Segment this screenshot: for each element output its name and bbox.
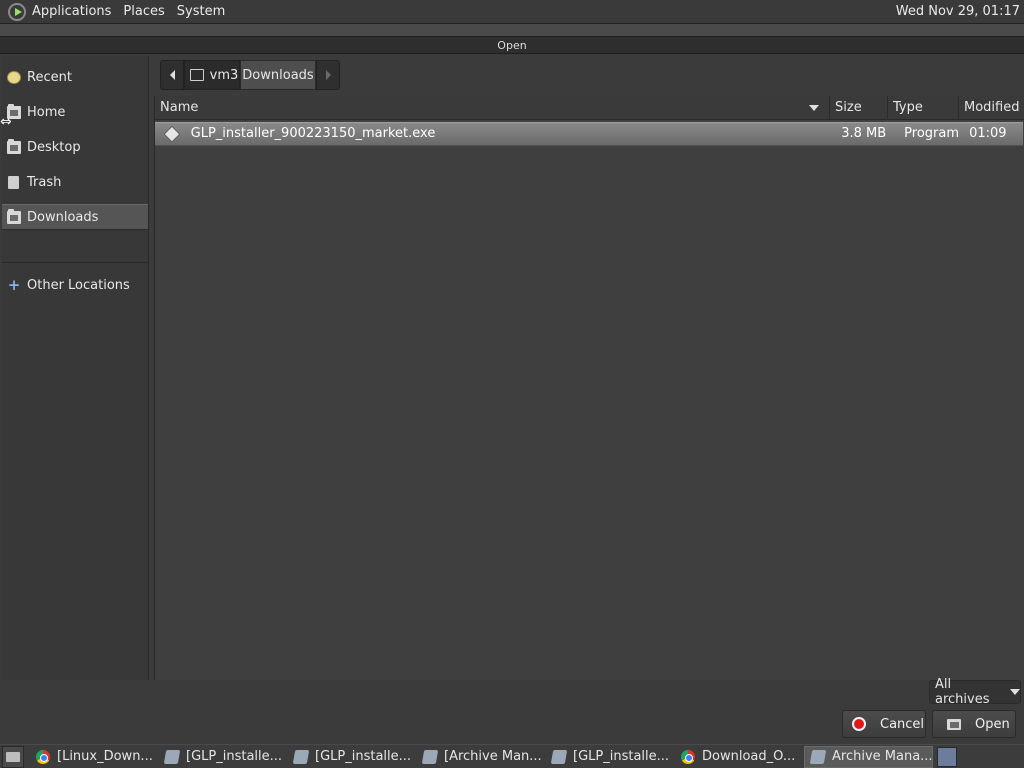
applications-menu-label: Applications	[32, 4, 112, 19]
sidebar-item-label: Home	[27, 104, 66, 120]
sidebar-item-label: Other Locations	[27, 277, 130, 293]
file-modified: 01:09	[969, 126, 1007, 141]
archive-manager-icon	[163, 749, 181, 764]
system-menu[interactable]: System	[171, 0, 231, 24]
taskbar-item-active[interactable]: Archive Mana...	[804, 745, 933, 768]
chrome-icon	[36, 749, 50, 764]
sidebar-item-label: Recent	[27, 69, 72, 85]
path-home-button[interactable]: vm3	[184, 60, 240, 90]
sort-descending-icon	[809, 105, 819, 111]
cancel-button[interactable]: Cancel	[842, 710, 926, 738]
chevron-right-icon	[325, 70, 331, 80]
trash-icon	[8, 175, 19, 189]
sidebar-item-downloads[interactable]: Downloads	[2, 204, 148, 230]
taskbar-item-label: [GLP_installe...	[573, 749, 670, 764]
column-header-type[interactable]: Type	[888, 96, 959, 120]
applications-menu[interactable]: Applications	[0, 0, 117, 24]
taskbar-item-label: Download_O...	[702, 749, 796, 764]
sidebar-item-other-locations[interactable]: + Other Locations	[2, 272, 148, 298]
desktop-folder-icon	[7, 138, 21, 154]
sidebar-item-trash[interactable]: Trash	[2, 169, 148, 195]
taskbar: [Linux_Down... [GLP_installe... [GLP_ins…	[0, 744, 1024, 768]
executable-file-icon	[163, 125, 181, 143]
archive-manager-icon	[550, 749, 568, 764]
file-name: GLP_installer_900223150_market.exe	[190, 126, 436, 141]
column-header-label: Modified	[964, 100, 1020, 115]
sidebar-item-recent[interactable]: Recent	[2, 64, 148, 90]
show-desktop-button[interactable]	[2, 745, 24, 768]
taskbar-item-label: [Linux_Down...	[57, 749, 153, 764]
column-header-modified[interactable]: Modified	[959, 96, 1024, 120]
column-header-label: Type	[893, 100, 923, 115]
sidebar-separator	[2, 262, 148, 263]
column-header-label: Size	[835, 100, 862, 115]
places-menu-label: Places	[123, 4, 165, 19]
top-panel: Applications Places System Wed Nov 29, 0…	[0, 0, 1024, 24]
window-frame	[0, 24, 1024, 36]
path-bar: vm3 Downloads	[160, 60, 340, 90]
dialog-title[interactable]: Open	[0, 36, 1024, 54]
cancel-button-label: Cancel	[880, 716, 925, 732]
taskbar-item[interactable]: [Linux_Down...	[30, 746, 159, 768]
column-header-label: Name	[160, 100, 199, 115]
open-button[interactable]: Open	[932, 710, 1016, 738]
path-back-button[interactable]	[160, 60, 184, 90]
open-file-dialog: Open Recent Home Desktop Trash Downloads…	[0, 24, 1024, 744]
archive-manager-icon	[809, 749, 827, 764]
sidebar-item-label: Desktop	[27, 139, 81, 155]
clock[interactable]: Wed Nov 29, 01:17	[896, 0, 1020, 24]
path-current-label: Downloads	[242, 67, 314, 83]
mouse-cursor-icon: ⇔	[0, 114, 12, 130]
taskbar-item[interactable]: [GLP_installe...	[546, 746, 675, 768]
column-header-name[interactable]: Name	[155, 96, 830, 120]
file-list-header: Name Size Type Modified	[155, 96, 1024, 120]
file-type: Program	[904, 126, 960, 141]
taskbar-item[interactable]: [GLP_installe...	[159, 746, 288, 768]
path-home-label: vm3	[209, 67, 239, 83]
chevron-left-icon	[169, 70, 175, 80]
plus-icon: +	[7, 275, 21, 294]
places-menu[interactable]: Places	[117, 0, 170, 24]
home-icon	[189, 69, 204, 81]
path-forward-button[interactable]	[316, 60, 340, 90]
recent-icon	[7, 70, 21, 84]
archive-manager-icon	[292, 749, 310, 764]
open-button-label: Open	[975, 716, 1010, 732]
taskbar-item-label: [Archive Man...	[444, 749, 542, 764]
desktop-icon	[6, 751, 20, 762]
places-sidebar: Recent Home Desktop Trash Downloads + Ot…	[2, 56, 149, 680]
filter-selected-label: All archives	[935, 677, 990, 707]
chevron-down-icon	[1010, 689, 1020, 695]
folder-icon	[7, 208, 21, 224]
path-current-button[interactable]: Downloads	[240, 60, 316, 90]
sidebar-item-home[interactable]: Home	[2, 99, 148, 125]
file-row[interactable]: GLP_installer_900223150_market.exe 3.8 M…	[155, 122, 1023, 146]
taskbar-item-label: Archive Mana...	[832, 749, 933, 764]
distro-logo-icon	[8, 2, 26, 21]
taskbar-item[interactable]: [Archive Man...	[417, 746, 546, 768]
system-menu-label: System	[176, 4, 226, 19]
file-list[interactable]: Name Size Type Modified GLP_installer_90…	[154, 96, 1024, 680]
file-type-filter-select[interactable]: All archives	[929, 677, 1021, 707]
archive-manager-icon	[421, 749, 439, 764]
column-header-size[interactable]: Size	[830, 96, 888, 120]
sidebar-item-label: Downloads	[27, 209, 99, 225]
sidebar-item-label: Trash	[27, 174, 62, 190]
notification-tray-icon[interactable]	[937, 746, 957, 767]
file-size: 3.8 MB	[841, 126, 887, 141]
chrome-icon	[681, 749, 695, 764]
taskbar-item[interactable]: [GLP_installe...	[288, 746, 417, 768]
cancel-icon	[852, 717, 866, 731]
taskbar-item[interactable]: Download_O...	[675, 746, 804, 768]
open-folder-icon	[947, 718, 961, 730]
taskbar-item-label: [GLP_installe...	[315, 749, 412, 764]
sidebar-item-desktop[interactable]: Desktop	[2, 134, 148, 160]
taskbar-item-label: [GLP_installe...	[186, 749, 283, 764]
